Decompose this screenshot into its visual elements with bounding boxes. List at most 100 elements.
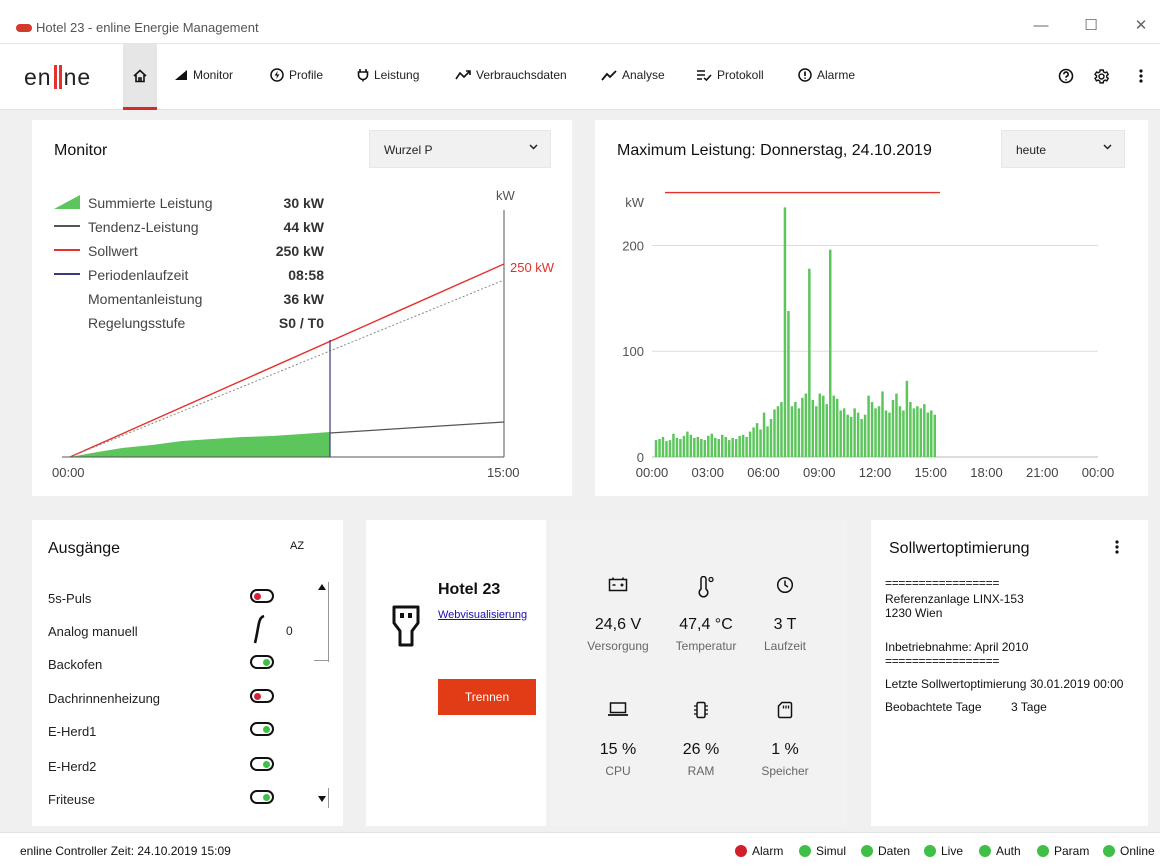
bar xyxy=(654,440,658,457)
scroll-up-icon[interactable] xyxy=(318,584,326,590)
bar xyxy=(895,393,898,457)
nav-protokoll[interactable]: Protokoll xyxy=(696,68,764,82)
nav-analyse[interactable]: Analyse xyxy=(601,68,665,82)
bar xyxy=(930,410,933,457)
output-toggle[interactable] xyxy=(250,722,274,736)
status-led-icon xyxy=(1103,845,1115,857)
clock-icon xyxy=(776,576,794,594)
checklist-icon xyxy=(697,70,712,81)
analog-value: 0 xyxy=(286,624,293,638)
sd-card-icon xyxy=(777,701,793,719)
bar xyxy=(825,404,829,457)
bar xyxy=(794,402,797,457)
power-bolt-icon xyxy=(270,68,284,82)
bar xyxy=(919,408,923,457)
tendency-line xyxy=(329,421,505,434)
x-end-label: 15:00 xyxy=(487,465,520,480)
maximize-button[interactable]: ☐ xyxy=(1076,16,1106,36)
output-toggle[interactable] xyxy=(250,790,274,804)
sort-az-icon[interactable]: AZ xyxy=(290,540,304,552)
output-label: Backofen xyxy=(48,657,103,672)
tendency-dotted-line xyxy=(69,279,505,458)
thermometer-icon xyxy=(698,576,714,598)
output-toggle[interactable] xyxy=(250,589,274,603)
home-tab[interactable] xyxy=(123,44,157,110)
bar xyxy=(853,408,856,457)
x-tick-label: 09:00 xyxy=(803,465,836,480)
optimization-menu-icon[interactable] xyxy=(1114,540,1120,554)
y-axis-label: kW xyxy=(625,195,645,210)
optimization-title: Sollwertoptimierung xyxy=(889,540,1030,557)
outputs-scrollbar[interactable] xyxy=(314,578,330,808)
optimization-card: Sollwertoptimierung ================= Re… xyxy=(871,520,1148,826)
outputs-title: Ausgänge xyxy=(48,540,121,557)
bar xyxy=(783,207,787,457)
scrollbar-thumb[interactable] xyxy=(328,582,329,662)
signal-icon xyxy=(175,70,187,80)
nav-monitor[interactable]: Monitor xyxy=(174,68,233,82)
nav-profile[interactable]: Profile xyxy=(270,68,323,82)
bar xyxy=(710,433,714,457)
bar xyxy=(888,412,891,457)
more-menu-button[interactable] xyxy=(1138,68,1144,89)
bar xyxy=(707,435,710,457)
x-tick-label: 03:00 xyxy=(691,465,724,480)
analog-slider-icon[interactable] xyxy=(253,615,265,645)
minimize-button[interactable]: — xyxy=(1026,16,1056,36)
status-auth: Auth xyxy=(979,844,1021,858)
bar xyxy=(870,402,874,457)
status-live: Live xyxy=(924,844,963,858)
bar xyxy=(741,434,745,457)
bar xyxy=(658,439,661,457)
status-led-icon xyxy=(861,845,873,857)
plant-city: 1230 Wien xyxy=(885,606,943,620)
controller-name: Hotel 23 xyxy=(438,581,501,598)
output-label: Dachrinnenheizung xyxy=(48,691,161,706)
nav-alarme[interactable]: Alarme xyxy=(798,68,855,82)
bar xyxy=(801,397,804,457)
bar xyxy=(902,410,905,457)
setpoint-label: 250 kW xyxy=(510,260,555,275)
status-simul: Simul xyxy=(799,844,846,858)
nav-verbrauchsdaten[interactable]: Verbrauchsdaten xyxy=(455,68,567,82)
output-label: Analog manuell xyxy=(48,624,138,639)
scroll-down-icon[interactable] xyxy=(318,796,326,802)
stat-temperatur: 47,4 °C Temperatur xyxy=(661,576,751,653)
max-leistung-chart: 0 100 200 kW 00:00 03:00 06:00 09:00 12:00 15:00 1… xyxy=(622,191,1114,480)
bar xyxy=(780,402,783,457)
output-row: Backofen xyxy=(48,652,318,676)
output-label: Friteuse xyxy=(48,792,95,807)
bar xyxy=(752,427,755,457)
controller-plug-icon xyxy=(392,605,420,647)
bar xyxy=(881,391,884,457)
bar xyxy=(773,409,776,457)
help-button[interactable] xyxy=(1058,68,1074,89)
x-tick-label: 06:00 xyxy=(747,465,780,480)
output-toggle[interactable] xyxy=(250,655,274,669)
webvisualisierung-link[interactable]: Webvisualisierung xyxy=(438,609,527,621)
bar xyxy=(679,439,682,457)
bar xyxy=(846,414,849,457)
disconnect-button[interactable]: Trennen xyxy=(438,679,536,715)
stat-cpu: 15 % CPU xyxy=(573,701,663,778)
bar xyxy=(689,434,693,457)
separator-2: ================= xyxy=(885,654,1000,668)
nav-leistung[interactable]: Leistung xyxy=(357,68,419,82)
output-toggle[interactable] xyxy=(250,689,274,703)
bar xyxy=(884,410,888,457)
bar xyxy=(717,439,720,457)
max-leistung-card: Maximum Leistung: Donnerstag, 24.10.2019… xyxy=(595,120,1148,496)
stat-versorgung: 24,6 V Versorgung xyxy=(573,576,663,653)
settings-button[interactable] xyxy=(1093,68,1110,90)
enline-logo: en ne xyxy=(24,64,92,90)
output-label: 5s-Puls xyxy=(48,591,92,606)
bar xyxy=(724,436,727,457)
status-led-icon xyxy=(979,845,991,857)
output-toggle[interactable] xyxy=(250,757,274,771)
close-button[interactable]: ✕ xyxy=(1126,16,1156,36)
x-tick-label: 15:00 xyxy=(914,465,947,480)
window-titlebar: Hotel 23 - enline Energie Management — ☐… xyxy=(0,0,1160,44)
bar xyxy=(797,408,801,457)
bar xyxy=(891,399,895,457)
setpoint-line xyxy=(69,263,505,458)
